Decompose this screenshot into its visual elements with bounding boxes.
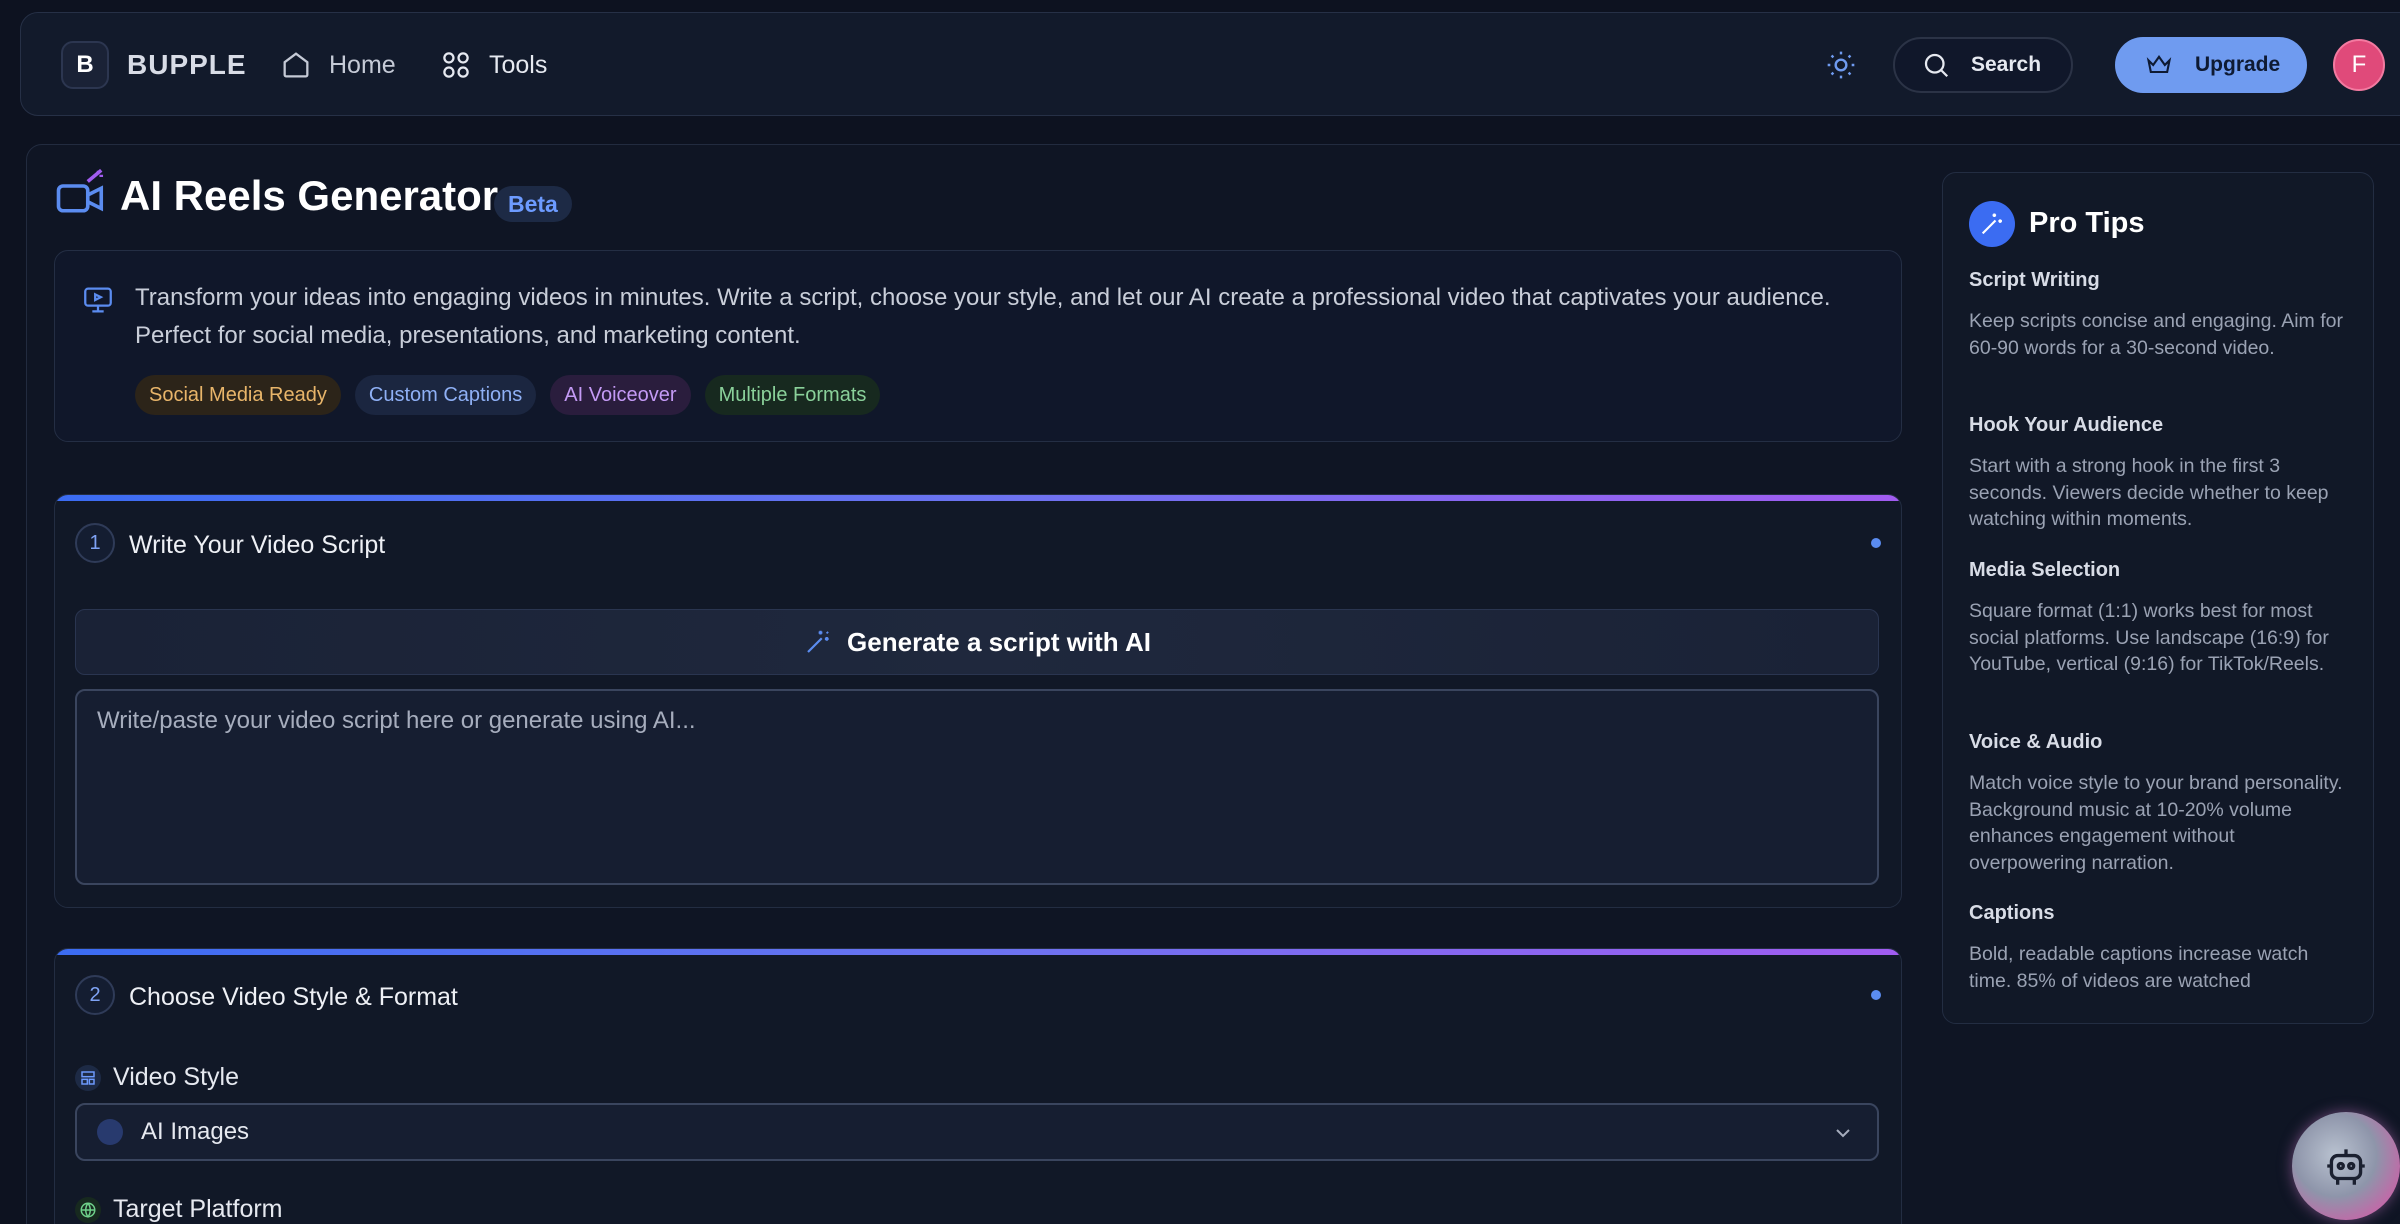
nav-tools-label: Tools: [489, 50, 548, 79]
magic-wand-icon: [807, 630, 829, 653]
tip-item: Script Writing Keep scripts concise and …: [1969, 269, 2353, 361]
globe-icon: [75, 1196, 101, 1223]
step-video-style: 2 Choose Video Style & Format Video Styl…: [54, 948, 1902, 1224]
generate-script-button[interactable]: Generate a script with AI: [75, 609, 1879, 675]
chip-social-media: Social Media Ready: [135, 375, 341, 415]
layout-icon: [75, 1064, 101, 1091]
tip-heading: Script Writing: [1969, 269, 2100, 291]
tip-heading: Voice & Audio: [1969, 731, 2103, 753]
video-style-label: Video Style: [75, 1063, 239, 1092]
grid-icon: [443, 52, 469, 78]
chip-custom-captions: Custom Captions: [354, 375, 537, 415]
pro-tips-title: Pro Tips: [2029, 207, 2145, 239]
step-title: Choose Video Style & Format: [129, 983, 458, 1011]
tip-item: Media Selection Square format (1:1) work…: [1969, 559, 2353, 678]
feature-chips: Social Media Ready Custom Captions AI Vo…: [135, 375, 881, 415]
monitor-play-icon: [84, 287, 112, 313]
tip-body: Match voice style to your brand personal…: [1969, 772, 2343, 874]
upgrade-button[interactable]: Upgrade: [2115, 37, 2307, 93]
target-platform-text: Target Platform: [113, 1195, 283, 1223]
beta-badge: Beta: [494, 186, 572, 222]
crown-icon: [2146, 55, 2172, 74]
step-number: 1: [75, 523, 115, 563]
top-navigation-bar: B BUPPLE Home Tools Search Upgrade F: [20, 12, 2400, 116]
tip-body: Square format (1:1) works best for most …: [1969, 600, 2329, 675]
chip-multiple-formats: Multiple Formats: [704, 375, 881, 415]
upgrade-label: Upgrade: [2195, 53, 2281, 76]
tip-body: Bold, readable captions increase watch t…: [1969, 943, 2309, 992]
sparkle-wand-icon: [1969, 201, 2015, 247]
step-number: 2: [75, 975, 115, 1015]
home-icon: [283, 52, 309, 78]
intro-card: Transform your ideas into engaging video…: [54, 250, 1902, 442]
app-name[interactable]: BUPPLE: [127, 49, 247, 81]
tip-item: Voice & Audio Match voice style to your …: [1969, 731, 2353, 876]
step-status-dot: [1871, 538, 1881, 548]
search-icon: [1924, 53, 1949, 78]
robot-icon: [2327, 1149, 2365, 1185]
video-style-text: Video Style: [113, 1063, 240, 1091]
tip-heading: Captions: [1969, 902, 2055, 924]
video-style-value: AI Images: [141, 1118, 250, 1145]
chip-ai-voiceover: AI Voiceover: [550, 375, 691, 415]
step-title: Write Your Video Script: [129, 531, 386, 559]
page-title: AI Reels Generator: [120, 172, 499, 219]
tip-heading: Media Selection: [1969, 559, 2121, 581]
chevron-down-icon: [1836, 1129, 1850, 1138]
target-platform-label: Target Platform: [75, 1195, 283, 1224]
tip-item: Captions Bold, readable captions increas…: [1969, 902, 2353, 994]
nav-home-label: Home: [329, 50, 396, 79]
nav-tools[interactable]: Tools: [439, 43, 547, 87]
sun-icon: [1827, 51, 1855, 79]
tip-body: Start with a strong hook in the first 3 …: [1969, 455, 2329, 530]
intro-description: Transform your ideas into engaging video…: [135, 284, 1831, 349]
step-write-script: 1 Write Your Video Script Generate a scr…: [54, 494, 1902, 908]
style-swatch: [97, 1119, 123, 1145]
assistant-bot-button[interactable]: [2292, 1112, 2400, 1220]
search-button[interactable]: Search: [1893, 37, 2073, 93]
script-textarea[interactable]: Write/paste your video script here or ge…: [75, 689, 1879, 885]
pro-tips-panel: Pro Tips Script Writing Keep scripts con…: [1942, 172, 2374, 1024]
search-label: Search: [1971, 53, 2042, 76]
nav-home[interactable]: Home: [279, 43, 396, 87]
theme-toggle[interactable]: [1821, 45, 1861, 85]
step-accent-bar: [55, 495, 1901, 501]
tip-heading: Hook Your Audience: [1969, 414, 2164, 436]
video-style-select[interactable]: AI Images: [75, 1103, 1879, 1161]
step-accent-bar: [55, 949, 1901, 955]
generate-script-label: Generate a script with AI: [847, 626, 1151, 657]
tip-body: Keep scripts concise and engaging. Aim f…: [1969, 310, 2343, 359]
video-magic-icon: [56, 168, 104, 213]
tip-item: Hook Your Audience Start with a strong h…: [1969, 414, 2353, 533]
logo-icon[interactable]: B: [61, 41, 109, 89]
step-status-dot: [1871, 990, 1881, 1000]
avatar[interactable]: F: [2333, 39, 2385, 91]
